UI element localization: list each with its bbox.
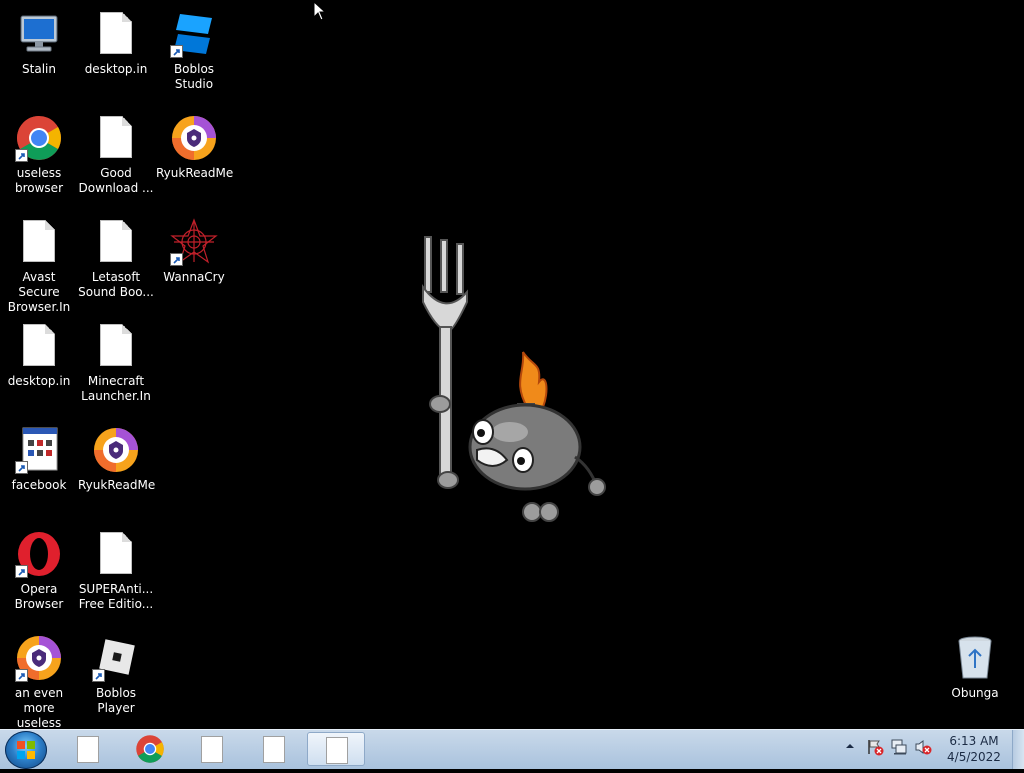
document-icon	[263, 736, 285, 763]
icon-label: facebook	[11, 478, 67, 492]
icon-label: RyukReadMe	[156, 166, 234, 180]
computer-icon	[15, 10, 63, 58]
shortcut-arrow-icon	[15, 565, 28, 578]
icon-label: Opera Browser	[14, 582, 64, 611]
wannacry-icon	[170, 218, 218, 266]
taskbar-button-document-3[interactable]	[245, 732, 303, 766]
desktop[interactable]: Stalin useless browser Avast Secure Brow…	[0, 0, 1024, 745]
recycle-bin-icon	[951, 634, 999, 682]
desktop-icon-recycle-bin[interactable]: Obunga	[937, 634, 1013, 701]
document-icon	[92, 322, 140, 370]
document-icon	[92, 218, 140, 266]
document-icon	[326, 737, 348, 764]
desktop-icon-minecraft-launcher[interactable]: Minecraft Launcher.In	[78, 322, 154, 404]
mouse-cursor-icon	[313, 0, 327, 25]
shortcut-arrow-icon	[15, 461, 28, 474]
icon-label: Boblos Studio	[173, 62, 215, 91]
desktop-icon-boblos-player[interactable]: Boblos Player	[78, 634, 154, 716]
network-icon[interactable]	[890, 738, 908, 759]
document-icon	[201, 736, 223, 763]
taskbar-button-document-2[interactable]	[183, 732, 241, 766]
icon-label: Good Download ...	[78, 166, 154, 195]
shortcut-arrow-icon	[15, 149, 28, 162]
taskbar-button-chrome[interactable]	[121, 732, 179, 766]
desktop-icon-facebook[interactable]: facebook	[1, 426, 77, 493]
icon-label: Avast Secure Browser.In	[7, 270, 71, 314]
avast-browser-icon	[170, 114, 218, 162]
desktop-icon-desktop-ini-1[interactable]: desktop.in	[78, 10, 154, 77]
clock-time: 6:13 AM	[949, 734, 999, 748]
desktop-icon-useless-browser[interactable]: useless browser	[1, 114, 77, 196]
desktop-icon-desktop-ini-2[interactable]: desktop.in	[1, 322, 77, 389]
opera-icon	[15, 530, 63, 578]
roblox-studio-icon	[170, 10, 218, 58]
document-icon	[77, 736, 99, 763]
icon-label: RyukReadMe	[78, 478, 156, 492]
volume-muted-icon[interactable]	[914, 738, 932, 759]
wallpaper-character	[415, 232, 610, 527]
avast-browser-icon	[15, 634, 63, 682]
icon-label: useless browser	[14, 166, 63, 195]
shortcut-arrow-icon	[170, 253, 183, 266]
desktop-icon-opera-browser[interactable]: Opera Browser	[1, 530, 77, 612]
shortcut-arrow-icon	[15, 669, 28, 682]
shortcut-arrow-icon	[92, 669, 105, 682]
document-icon	[15, 218, 63, 266]
action-center-icon[interactable]	[866, 738, 884, 759]
icon-label: WannaCry	[163, 270, 225, 284]
chrome-icon	[136, 735, 164, 763]
desktop-icon-letasoft-sound-booster[interactable]: Letasoft Sound Boo...	[78, 218, 154, 300]
facebook-shortcut-icon	[15, 426, 63, 474]
document-icon	[15, 322, 63, 370]
desktop-icon-ryukreadme-2[interactable]: RyukReadMe	[78, 426, 156, 493]
taskbar: 6:13 AM 4/5/2022	[0, 729, 1024, 769]
icon-label: Stalin	[22, 62, 56, 76]
taskbar-button-document-4[interactable]	[307, 732, 365, 766]
document-icon	[92, 530, 140, 578]
taskbar-button-document-1[interactable]	[59, 732, 117, 766]
show-desktop-button[interactable]	[1012, 730, 1024, 769]
avast-browser-icon	[92, 426, 140, 474]
document-icon	[92, 10, 140, 58]
icon-label: Minecraft Launcher.In	[81, 374, 151, 403]
windows-start-orb-icon[interactable]	[5, 731, 47, 769]
desktop-icon-ryukreadme-1[interactable]: RyukReadMe	[156, 114, 234, 181]
roblox-player-icon	[92, 634, 140, 682]
icon-label: Letasoft Sound Boo...	[78, 270, 154, 299]
taskbar-clock[interactable]: 6:13 AM 4/5/2022	[940, 733, 1008, 765]
chrome-icon	[15, 114, 63, 162]
icon-label: desktop.in	[7, 374, 71, 388]
show-hidden-icons-icon[interactable]	[845, 740, 855, 754]
clock-date: 4/5/2022	[947, 750, 1001, 764]
icon-label: Boblos Player	[95, 686, 137, 715]
shortcut-arrow-icon	[170, 45, 183, 58]
desktop-icon-avast-secure-browser[interactable]: Avast Secure Browser.In	[1, 218, 77, 315]
desktop-icon-boblos-studio[interactable]: Boblos Studio	[156, 10, 232, 92]
desktop-icon-superantispyware[interactable]: SUPERAnti... Free Editio...	[78, 530, 154, 612]
icon-label: Obunga	[951, 686, 999, 700]
desktop-icon-stalin[interactable]: Stalin	[1, 10, 77, 77]
desktop-icon-wannacry[interactable]: WannaCry	[156, 218, 232, 285]
icon-label: desktop.in	[84, 62, 148, 76]
document-icon	[92, 114, 140, 162]
icon-label: SUPERAnti... Free Editio...	[78, 582, 154, 611]
desktop-icon-good-download[interactable]: Good Download ...	[78, 114, 154, 196]
